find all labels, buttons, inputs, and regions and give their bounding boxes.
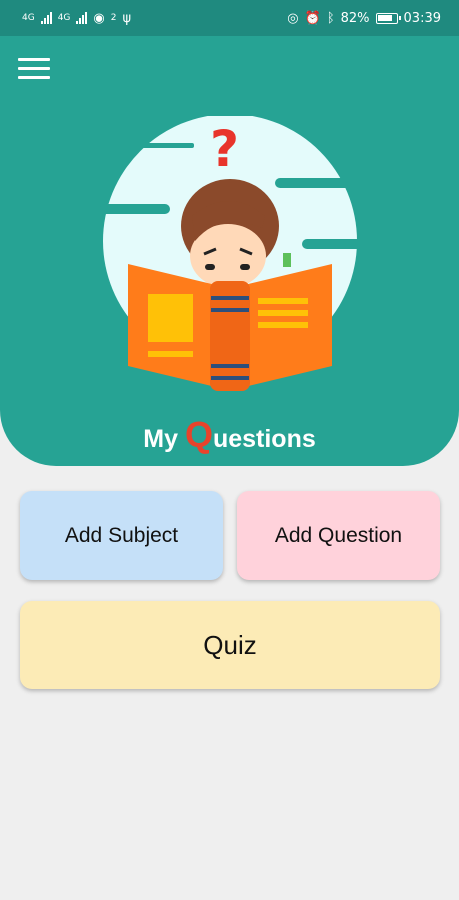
battery-icon	[375, 12, 401, 24]
question-mark-icon: ?	[210, 120, 239, 178]
add-subject-button[interactable]: Add Subject	[20, 491, 223, 580]
status-bar: 4G 4G ◉ 2 ψ ◎ ⏰ ᛒ 82% 03:39	[0, 0, 459, 36]
clock: 03:39	[403, 10, 441, 26]
network-type-2: 4G	[57, 13, 71, 23]
header: ? My Questions	[0, 36, 459, 466]
signal-icon	[40, 12, 52, 24]
title-highlight-letter: Q	[184, 414, 213, 455]
hotspot-icon: ◉	[93, 10, 105, 26]
add-question-button[interactable]: Add Question	[237, 491, 440, 580]
title-prefix: My	[143, 425, 185, 453]
usb-icon: ψ	[122, 10, 132, 26]
title-suffix: uestions	[212, 425, 316, 453]
app-title: My Questions	[0, 414, 459, 456]
student-reading-illustration: ?	[100, 116, 377, 391]
bluetooth-icon: ᛒ	[326, 10, 335, 26]
signal-icon	[76, 12, 88, 24]
battery-percent: 82%	[340, 10, 370, 26]
status-left: 4G 4G ◉ 2 ψ	[22, 11, 131, 26]
eye-comfort-icon: ◎	[287, 10, 299, 26]
alarm-icon: ⏰	[304, 10, 321, 26]
status-right: ◎ ⏰ ᛒ 82% 03:39	[287, 11, 441, 26]
quiz-button[interactable]: Quiz	[20, 601, 440, 689]
hotspot-count: 2	[110, 13, 117, 23]
network-type-1: 4G	[22, 13, 35, 23]
menu-button[interactable]	[18, 58, 54, 86]
hamburger-icon	[18, 58, 50, 61]
